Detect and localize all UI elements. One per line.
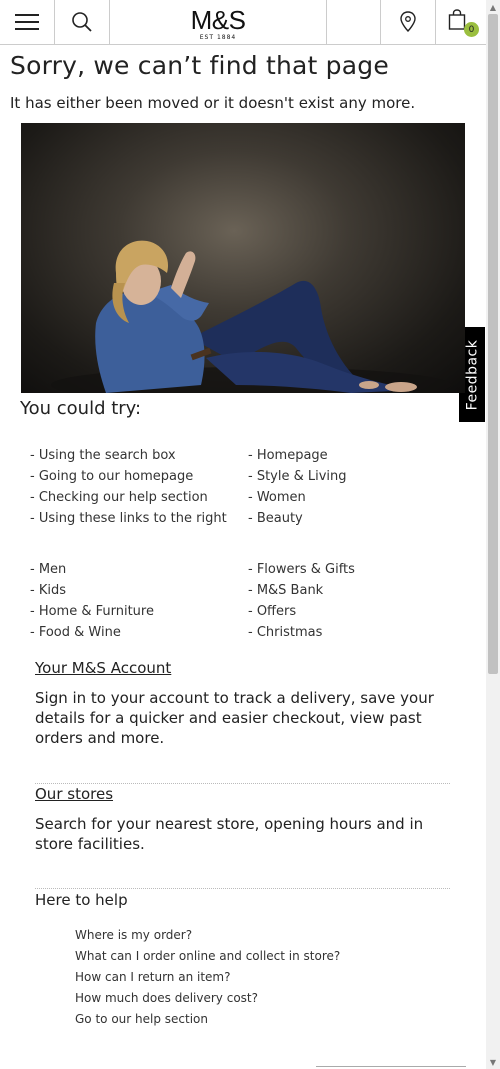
site-header: M&S EST 1884 0: [0, 0, 486, 45]
link-offers[interactable]: - Offers: [248, 601, 355, 622]
scroll-thumb[interactable]: [488, 14, 498, 674]
search-icon: [72, 12, 92, 32]
stores-link[interactable]: Our stores: [35, 785, 113, 803]
link-kids[interactable]: - Kids: [30, 580, 154, 601]
suggestion-homepage[interactable]: - Going to our homepage: [30, 466, 227, 487]
account-link[interactable]: Your M&S Account: [35, 659, 171, 677]
link-style-living[interactable]: - Style & Living: [248, 466, 347, 487]
store-locator-button[interactable]: [381, 0, 436, 44]
stores-description: Search for your nearest store, opening h…: [35, 815, 424, 853]
help-title: Here to help: [35, 891, 128, 909]
section-divider: [35, 888, 450, 889]
account-description: Sign in to your account to track a deliv…: [35, 689, 434, 747]
help-link-delivery-cost[interactable]: How much does delivery cost?: [75, 988, 340, 1009]
brand-name: M&S: [190, 5, 246, 35]
menu-button[interactable]: [0, 0, 55, 44]
link-beauty[interactable]: - Beauty: [248, 508, 347, 529]
page-scrollbar[interactable]: ▲ ▼: [486, 0, 500, 1069]
bag-count-badge: 0: [464, 22, 479, 37]
category-links-left-bottom: - Men - Kids - Home & Furniture - Food &…: [30, 559, 154, 643]
header-spacer: [326, 0, 381, 44]
category-links-right-bottom: - Flowers & Gifts - M&S Bank - Offers - …: [248, 559, 355, 643]
page-subtitle: It has either been moved or it doesn't e…: [10, 94, 416, 112]
scroll-down-arrow-icon[interactable]: ▼: [486, 1055, 500, 1069]
suggestion-links-right[interactable]: - Using these links to the right: [30, 508, 227, 529]
suggestions-title: You could try:: [20, 398, 142, 419]
section-divider: [35, 783, 450, 784]
suggestions-list-left: - Using the search box - Going to our ho…: [30, 445, 227, 529]
feedback-label: Feedback: [464, 339, 481, 410]
link-men[interactable]: - Men: [30, 559, 154, 580]
help-link-help-section[interactable]: Go to our help section: [75, 1009, 340, 1030]
brand-logo[interactable]: M&S EST 1884: [110, 0, 326, 44]
brand-established: EST 1884: [199, 34, 237, 41]
suggestion-search-box[interactable]: - Using the search box: [30, 445, 227, 466]
bag-button[interactable]: 0: [436, 0, 486, 44]
model-illustration: [51, 240, 451, 393]
suggestion-help-section[interactable]: - Checking our help section: [30, 487, 227, 508]
scroll-up-arrow-icon[interactable]: ▲: [486, 0, 500, 14]
help-link-collect-in-store[interactable]: What can I order online and collect in s…: [75, 946, 340, 967]
hamburger-icon: [15, 14, 39, 30]
help-links-list: Where is my order? What can I order onli…: [75, 925, 340, 1030]
search-button[interactable]: [55, 0, 110, 44]
link-christmas[interactable]: - Christmas: [248, 622, 355, 643]
link-ms-bank[interactable]: - M&S Bank: [248, 580, 355, 601]
hero-image: [21, 123, 465, 393]
link-flowers-gifts[interactable]: - Flowers & Gifts: [248, 559, 355, 580]
page-title: Sorry, we can’t find that page: [10, 51, 389, 80]
link-homepage[interactable]: - Homepage: [248, 445, 347, 466]
link-home-furniture[interactable]: - Home & Furniture: [30, 601, 154, 622]
store-locator-icon: [400, 11, 416, 33]
help-link-where-order[interactable]: Where is my order?: [75, 925, 340, 946]
category-links-right-top: - Homepage - Style & Living - Women - Be…: [248, 445, 347, 529]
help-link-return-item[interactable]: How can I return an item?: [75, 967, 340, 988]
link-food-wine[interactable]: - Food & Wine: [30, 622, 154, 643]
link-women[interactable]: - Women: [248, 487, 347, 508]
